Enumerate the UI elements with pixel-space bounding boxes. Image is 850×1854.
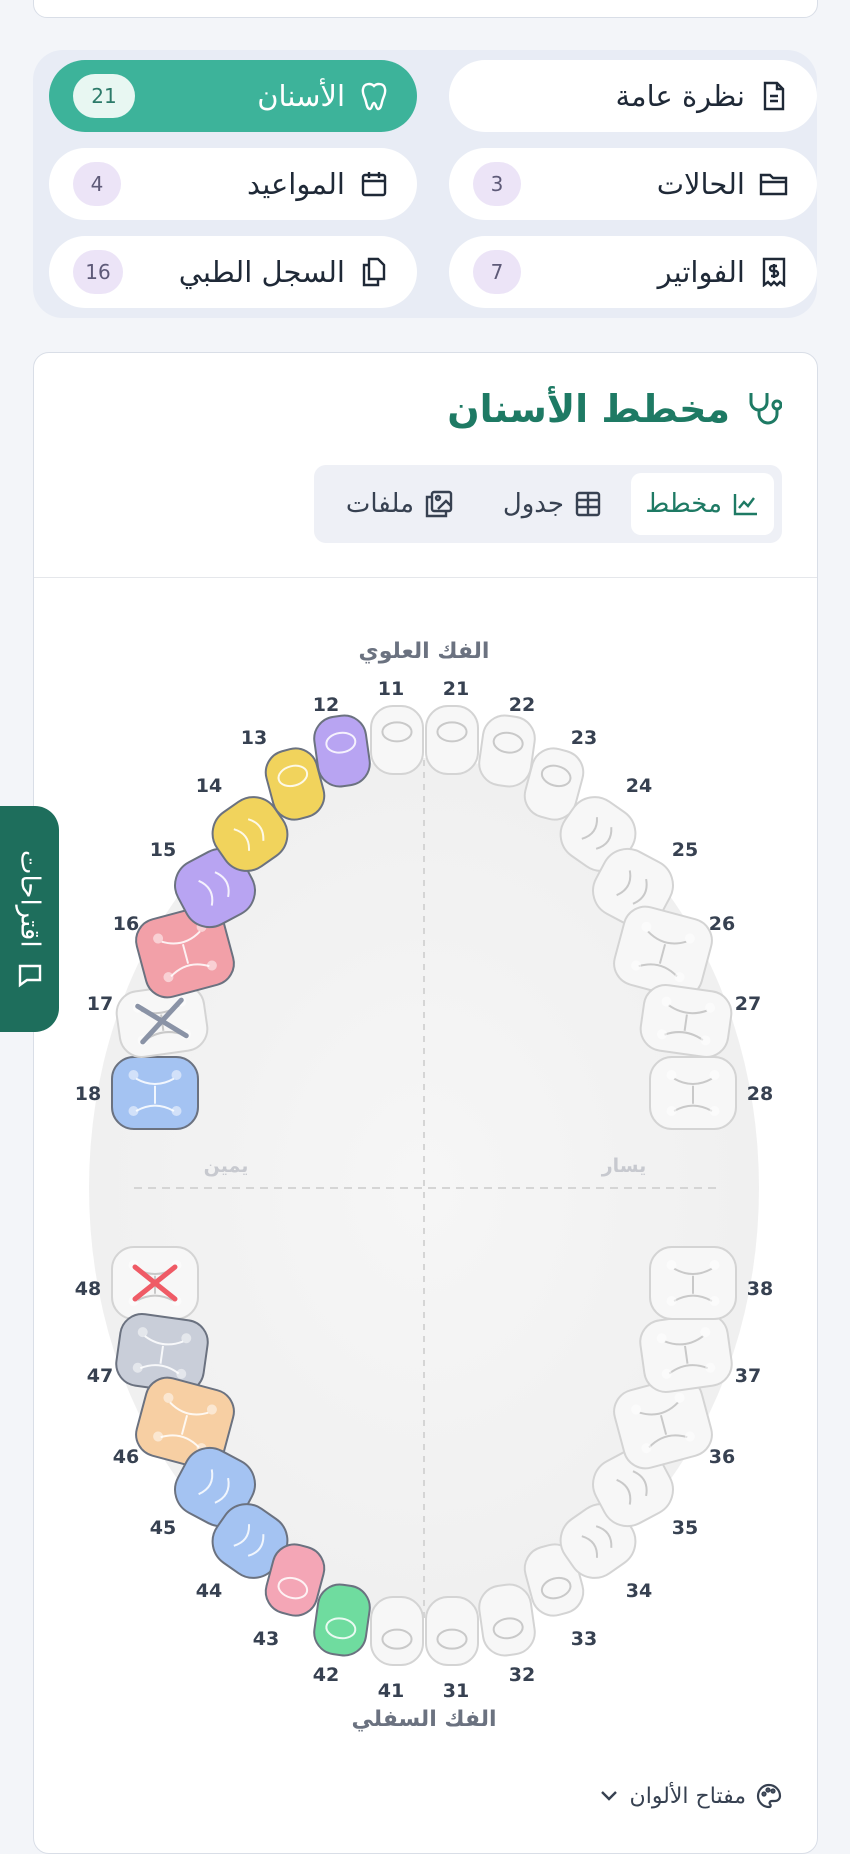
tooth-21[interactable] [425, 705, 479, 775]
right-side-label: يمين [204, 1155, 249, 1177]
tooth-number-label: 15 [150, 839, 176, 861]
tooth-number-label: 47 [87, 1365, 113, 1387]
odontogram: الفك العلوي الفك السفلي يمين يسار 18 17 16… [75, 639, 773, 1732]
tooth-number-label: 46 [113, 1446, 139, 1468]
tooth-number-label: 41 [378, 1680, 404, 1702]
tooth-number-label: 38 [747, 1278, 773, 1300]
tooth-number-label: 13 [241, 727, 267, 749]
tooth-number-label: 42 [313, 1664, 339, 1686]
tooth-number-label: 11 [378, 678, 404, 700]
tooth-number-label: 18 [75, 1083, 101, 1105]
tooth-number-label: 34 [626, 1580, 652, 1602]
suggestions-side-tab[interactable]: اقتراحات [0, 806, 59, 1032]
tooth-number-label: 12 [313, 694, 339, 716]
tooth-number-label: 22 [509, 694, 535, 716]
tooth-number-label: 24 [626, 775, 652, 797]
tooth-number-label: 17 [87, 993, 113, 1015]
lower-jaw-label: الفك السفلي [351, 1707, 496, 1732]
tooth-number-label: 16 [113, 913, 139, 935]
tooth-41[interactable] [370, 1596, 424, 1666]
tooth-number-label: 23 [571, 727, 597, 749]
tooth-number-label: 28 [747, 1083, 773, 1105]
tooth-28[interactable] [649, 1056, 737, 1130]
tooth-number-label: 36 [709, 1446, 735, 1468]
tooth-number-label: 35 [672, 1517, 698, 1539]
tooth-number-label: 32 [509, 1664, 535, 1686]
tooth-number-label: 37 [735, 1365, 761, 1387]
tooth-37[interactable] [637, 1311, 734, 1395]
tooth-38[interactable] [649, 1246, 737, 1320]
tooth-11[interactable] [370, 705, 424, 775]
tooth-number-label: 25 [672, 839, 698, 861]
tooth-number-label: 44 [196, 1580, 222, 1602]
tooth-18[interactable] [111, 1056, 199, 1130]
message-icon [17, 962, 43, 988]
tooth-27[interactable] [638, 982, 734, 1060]
left-side-label: يسار [601, 1155, 647, 1177]
tooth-number-label: 26 [709, 913, 735, 935]
side-tab-label: اقتراحات [14, 850, 45, 948]
upper-jaw-label: الفك العلوي [359, 639, 490, 664]
tooth-number-label: 48 [75, 1278, 101, 1300]
tooth-number-label: 43 [253, 1628, 279, 1650]
tooth-number-label: 31 [443, 1680, 469, 1702]
tooth-number-label: 45 [150, 1517, 176, 1539]
tooth-48[interactable] [111, 1246, 199, 1320]
tooth-number-label: 14 [196, 775, 222, 797]
tooth-number-label: 33 [571, 1628, 597, 1650]
tooth-31[interactable] [425, 1596, 479, 1666]
tooth-number-label: 27 [735, 993, 761, 1015]
tooth-number-label: 21 [443, 678, 469, 700]
